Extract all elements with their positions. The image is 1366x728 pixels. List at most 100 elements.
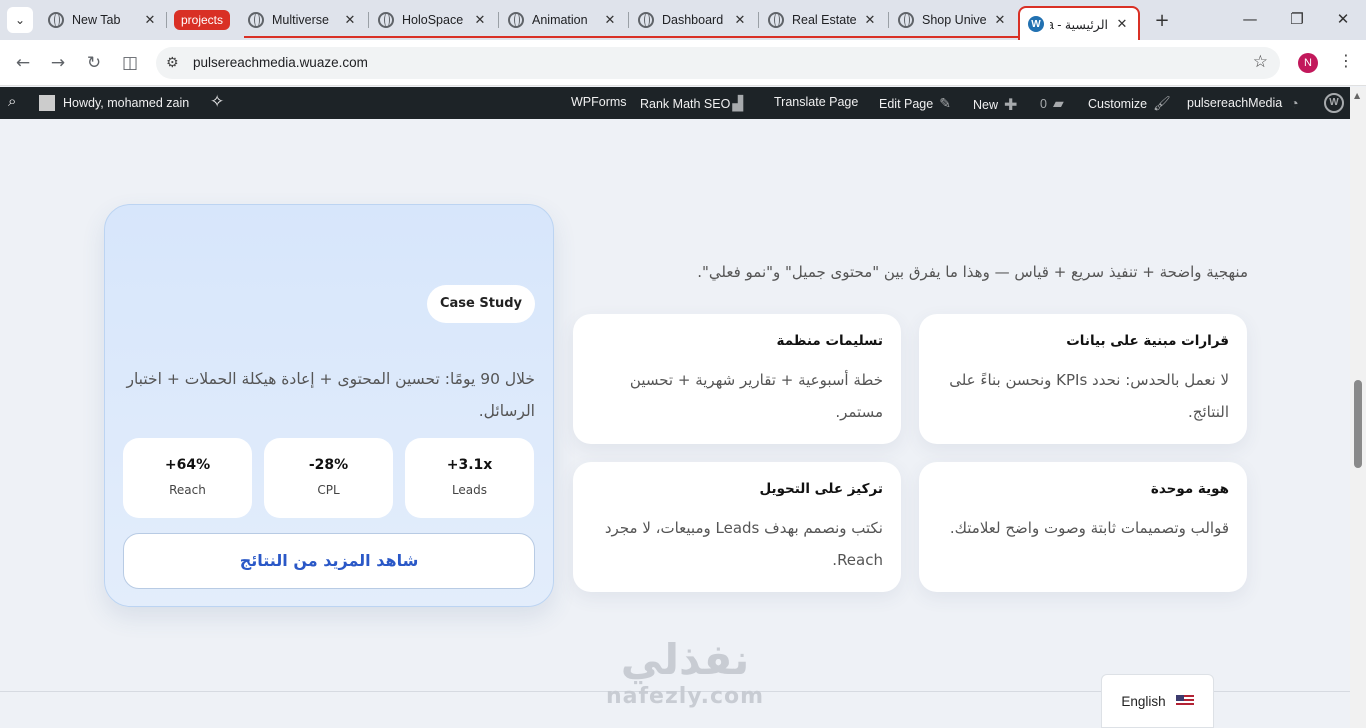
feature-description: قوالب وتصميمات ثابتة وصوت واضح لعلامتك.	[949, 519, 1229, 537]
case-study-card: Case Study خلال 90 يومًا: تحسين المحتوى …	[104, 204, 554, 607]
language-switcher[interactable]: English	[1101, 674, 1214, 728]
tab-active-home[interactable]: W الرئيسية - a ✕	[1018, 6, 1140, 40]
globe-icon	[898, 12, 914, 28]
tab-multiverse[interactable]: Multiverse ✕	[248, 6, 358, 34]
url-text[interactable]: pulsereachmedia.wuaze.com	[193, 55, 368, 70]
search-icon[interactable]: ⌕	[8, 93, 16, 110]
close-icon[interactable]: ✕	[342, 12, 358, 28]
stat-leads: +3.1x Leads	[405, 438, 534, 518]
stat-value: -28%	[308, 457, 349, 473]
site-name-label: pulsereachMedia	[1187, 96, 1283, 110]
back-button[interactable]: ←	[12, 52, 34, 74]
tab-holospace[interactable]: HoloSpace ✕	[378, 6, 488, 34]
close-icon[interactable]: ✕	[142, 12, 158, 28]
howdy-label: Howdy, mohamed zain	[63, 96, 190, 110]
us-flag-icon	[1175, 695, 1194, 707]
language-label: English	[1121, 693, 1166, 709]
tab-label: New Tab	[72, 13, 121, 27]
feature-card-unified-identity: هوية موحدة قوالب وتصميمات ثابتة وصوت واض…	[919, 462, 1247, 592]
nafezly-watermark: نفذلي nafezly.com	[600, 636, 770, 710]
tab-label: Dashboard	[662, 13, 724, 27]
feature-title: تركيز على التحويل	[759, 481, 883, 497]
customize-label: Customize	[1088, 96, 1148, 111]
translate-page-link[interactable]: Translate Page	[774, 95, 858, 109]
new-tab-button[interactable]: +	[1152, 10, 1172, 31]
browser-menu-icon[interactable]: ⋮	[1338, 51, 1354, 70]
avatar	[39, 95, 55, 111]
reload-button[interactable]: ↻	[83, 52, 105, 74]
new-label: New	[973, 98, 999, 112]
tab-shop-universe[interactable]: Shop Unive ✕	[898, 6, 1008, 34]
customize-link[interactable]: Customize 🖌	[1088, 95, 1171, 112]
tab-separator	[888, 12, 889, 28]
plus-icon: ✚	[1004, 97, 1018, 114]
tab-animation[interactable]: Animation ✕	[508, 6, 618, 34]
stat-reach: +64% Reach	[123, 438, 252, 518]
stat-value: +64%	[164, 457, 211, 473]
globe-icon	[48, 12, 64, 28]
dashboard-gauge-icon: ◔	[1290, 95, 1299, 111]
bookmark-star-icon[interactable]: ☆	[1253, 52, 1268, 72]
comments-link[interactable]: 0 ▰	[1040, 95, 1064, 112]
close-window-button[interactable]: ✕	[1333, 10, 1353, 28]
brush-icon: 🖌	[1153, 95, 1171, 111]
feature-card-data-driven: قرارات مبنية على بيانات لا نعمل بالحدس: …	[919, 314, 1247, 444]
see-more-results-button[interactable]: شاهد المزيد من النتائج	[123, 533, 535, 589]
tab-real-estate[interactable]: Real Estate ✕	[768, 6, 878, 34]
globe-icon	[768, 12, 784, 28]
maximize-button[interactable]: ❐	[1287, 10, 1307, 28]
feature-title: قرارات مبنية على بيانات	[1066, 333, 1229, 349]
browser-toolbar: ← → ↻ ◫ ⚙ pulsereachmedia.wuaze.com ☆ N …	[0, 40, 1366, 86]
translate-label: Translate Page	[774, 95, 859, 109]
tab-label: Shop Unive	[922, 13, 986, 27]
wpforms-menu[interactable]: WPForms	[571, 95, 627, 109]
feature-description: نكتب ونصمم بهدف Leads ومبيعات، لا مجرد R…	[604, 519, 883, 569]
close-icon[interactable]: ✕	[472, 12, 488, 28]
site-settings-icon[interactable]: ⚙	[166, 55, 179, 71]
profile-avatar[interactable]: N	[1298, 53, 1318, 73]
tab-search-button[interactable]: ⌄	[7, 7, 33, 33]
feature-description: لا نعمل بالحدس: نحدد KPIs ونحسن بناءً عل…	[949, 371, 1229, 421]
tab-separator	[628, 12, 629, 28]
rank-math-menu[interactable]: Rank Math SEO ▟	[640, 95, 743, 112]
sparkle-icon[interactable]: ✧	[210, 92, 224, 112]
close-icon[interactable]: ✕	[732, 12, 748, 28]
case-study-text: خلال 90 يومًا: تحسين المحتوى + إعادة هيك…	[126, 370, 535, 420]
tab-label: HoloSpace	[402, 13, 464, 27]
stat-cpl: -28% CPL	[264, 438, 393, 518]
tab-label: Multiverse	[272, 13, 329, 27]
scroll-up-arrow-icon[interactable]: ▲	[1354, 91, 1360, 100]
comment-bubble-icon: ▰	[1052, 95, 1064, 111]
edit-page-link[interactable]: Edit Page ✎	[879, 95, 951, 112]
site-name-menu[interactable]: pulsereachMedia ◔	[1187, 95, 1299, 111]
split-view-icon[interactable]: ◫	[119, 52, 141, 74]
close-icon[interactable]: ✕	[992, 12, 1008, 28]
scrollbar-thumb[interactable]	[1354, 380, 1362, 468]
forward-button[interactable]: →	[47, 52, 69, 74]
pencil-icon: ✎	[939, 95, 951, 111]
tab-separator	[498, 12, 499, 28]
watermark-arabic: نفذلي	[620, 635, 750, 684]
wp-logo-menu[interactable]: W	[1324, 93, 1344, 113]
stat-label: Leads	[451, 483, 488, 497]
tab-separator	[368, 12, 369, 28]
wordpress-icon: W	[1028, 16, 1044, 32]
tab-group-projects[interactable]: projects	[174, 10, 231, 30]
edit-page-label: Edit Page	[879, 96, 934, 111]
page-scrollbar[interactable]: ▲	[1350, 87, 1366, 728]
feature-card-organized-deliverables: تسليمات منظمة خطة أسبوعية + تقارير شهرية…	[573, 314, 901, 444]
tab-dashboard[interactable]: Dashboard ✕	[638, 6, 748, 34]
tab-new-tab[interactable]: New Tab ✕	[48, 6, 158, 34]
my-account-menu[interactable]: Howdy, mohamed zain	[39, 95, 189, 111]
minimize-button[interactable]: —	[1240, 10, 1260, 28]
new-content-menu[interactable]: New ✚	[973, 95, 1017, 115]
address-bar[interactable]: ⚙ pulsereachmedia.wuaze.com ☆	[156, 47, 1280, 79]
tab-separator	[166, 12, 167, 28]
close-icon[interactable]: ✕	[1114, 16, 1130, 32]
feature-title: تسليمات منظمة	[776, 333, 883, 349]
tab-separator	[758, 12, 759, 28]
close-icon[interactable]: ✕	[862, 12, 878, 28]
tab-label: Animation	[532, 13, 588, 27]
wordpress-logo-icon: W	[1324, 93, 1344, 113]
close-icon[interactable]: ✕	[602, 12, 618, 28]
